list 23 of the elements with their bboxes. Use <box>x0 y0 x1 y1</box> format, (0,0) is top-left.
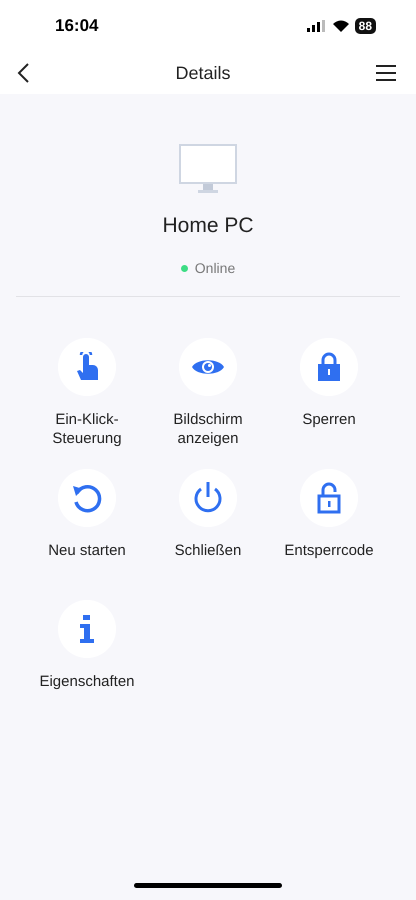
back-button[interactable] <box>16 62 30 84</box>
tap-hand-icon <box>74 352 100 382</box>
page-title: Details <box>175 62 231 84</box>
unlock-icon <box>317 482 341 514</box>
device-name: Home PC <box>162 214 254 238</box>
action-button[interactable]: Bildschirm anzeigen <box>148 338 268 452</box>
monitor-icon <box>179 144 237 194</box>
action-button[interactable]: Eigenschaften <box>26 600 148 714</box>
status-time: 16:04 <box>55 16 98 36</box>
restart-icon <box>71 482 103 514</box>
action-button[interactable]: Schließen <box>148 469 268 583</box>
device-status: Online <box>194 260 236 276</box>
action-button[interactable]: Neu starten <box>26 469 148 583</box>
battery-level: 88 <box>354 18 376 34</box>
action-button[interactable]: Ein-Klick-Steuerung <box>26 338 148 452</box>
power-icon <box>192 481 224 515</box>
info-icon <box>78 615 96 643</box>
action-button[interactable]: Sperren <box>268 338 390 452</box>
lock-icon <box>317 352 341 382</box>
menu-button[interactable] <box>376 64 396 82</box>
action-button[interactable]: Entsperrcode <box>268 469 390 583</box>
wifi-icon <box>332 20 349 32</box>
signal-icon <box>306 20 327 32</box>
